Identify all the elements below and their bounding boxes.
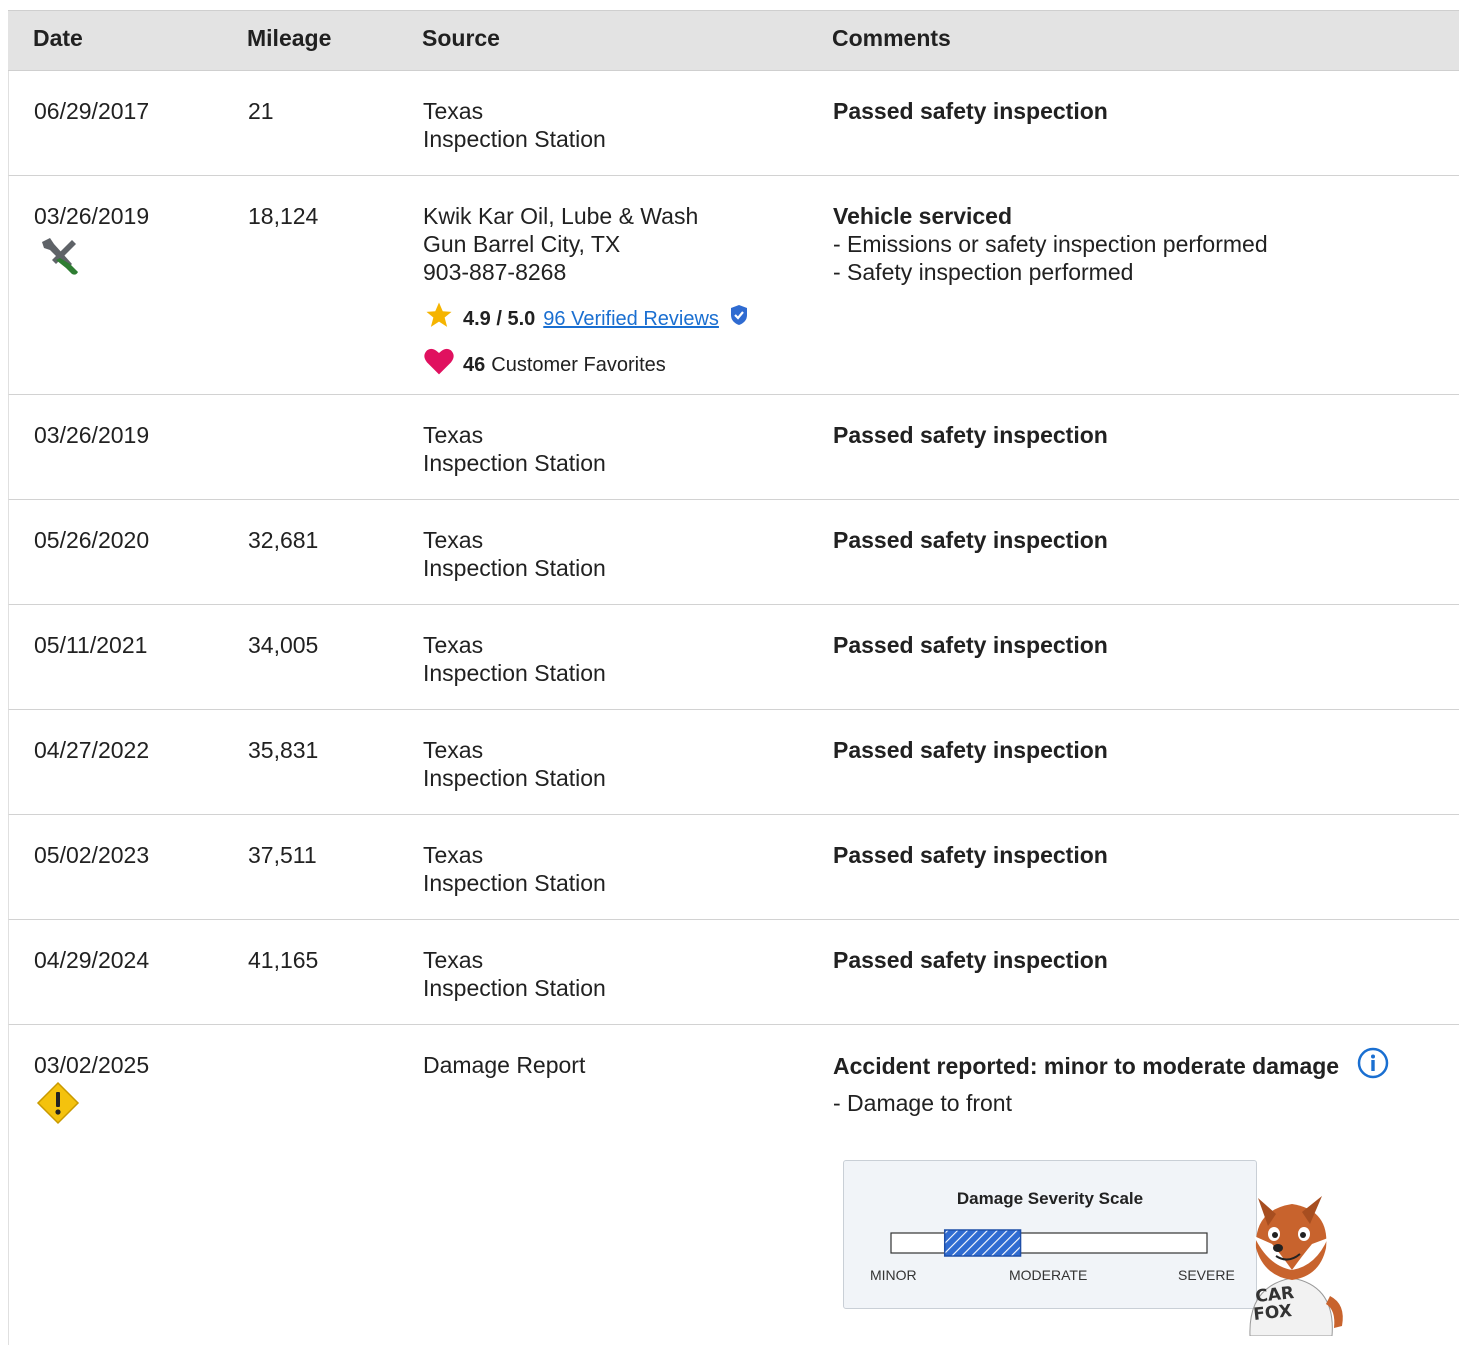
- row-date: 05/11/2021: [34, 632, 148, 658]
- row-mileage: 35,831: [248, 737, 319, 763]
- source-line: Inspection Station: [423, 975, 606, 1001]
- row-comments: Accident reported: minor to moderate dam…: [833, 1047, 1389, 1117]
- row-mileage: 32,681: [248, 527, 319, 553]
- source-line: Inspection Station: [423, 555, 606, 581]
- source-line: Texas: [423, 947, 484, 973]
- carfox-mascot: CAR FOX: [1232, 1190, 1352, 1341]
- history-table: Date Mileage Source Comments 06/29/2017 …: [8, 10, 1459, 1345]
- row-date: 05/02/2023: [34, 842, 150, 868]
- source-line: Texas: [423, 527, 484, 553]
- shop-phone: 903-887-8268: [423, 259, 567, 285]
- row-date: 06/29/2017: [34, 98, 150, 124]
- row-source: Texas Inspection Station: [423, 421, 606, 477]
- row-comment-title: Passed safety inspection: [833, 422, 1108, 448]
- row-mileage: 41,165: [248, 947, 319, 973]
- verified-shield-icon: [729, 304, 749, 334]
- row-source: Texas Inspection Station: [423, 97, 606, 153]
- favorites-count: 46: [463, 354, 486, 376]
- scale-label-moderate: MODERATE: [1009, 1267, 1088, 1283]
- table-row: 05/11/2021 34,005 Texas Inspection Stati…: [8, 605, 1459, 710]
- source-line: Texas: [423, 98, 484, 124]
- source-line: Inspection Station: [423, 660, 606, 686]
- row-date: 03/26/2019: [34, 203, 150, 229]
- source-line: Texas: [423, 842, 484, 868]
- source-line: Texas: [423, 737, 484, 763]
- comment-item: - Safety inspection performed: [833, 259, 1134, 285]
- warning-diamond-icon: [36, 1081, 80, 1131]
- favorites-label: Customer Favorites: [491, 354, 666, 376]
- heart-icon: [423, 346, 455, 384]
- scale-highlight: [943, 1229, 1022, 1257]
- source-line: Inspection Station: [423, 126, 606, 152]
- row-date: 05/26/2020: [34, 527, 150, 553]
- table-row: 05/26/2020 32,681 Texas Inspection Stati…: [8, 500, 1459, 605]
- row-comment-title: Passed safety inspection: [833, 632, 1108, 658]
- table-row: 04/27/2022 35,831 Texas Inspection Stati…: [8, 710, 1459, 815]
- source-line: Texas: [423, 632, 484, 658]
- row-comment-title: Vehicle serviced: [833, 203, 1013, 229]
- row-comment-title: Accident reported: minor to moderate dam…: [833, 1047, 1389, 1085]
- shop-name: Kwik Kar Oil, Lube & Wash: [423, 203, 699, 229]
- row-comment-title: Passed safety inspection: [833, 98, 1108, 124]
- comment-item: - Emissions or safety inspection perform…: [833, 231, 1268, 257]
- row-date: 04/27/2022: [34, 737, 150, 763]
- row-date: 03/02/2025: [34, 1052, 150, 1078]
- table-row: 06/29/2017 21 Texas Inspection Station P…: [8, 71, 1459, 176]
- source-line: Damage Report: [423, 1052, 586, 1078]
- scale-label-minor: MINOR: [870, 1267, 917, 1283]
- row-comment-title: Passed safety inspection: [833, 527, 1108, 553]
- row-mileage: 21: [248, 98, 274, 124]
- row-comment-title: Passed safety inspection: [833, 947, 1108, 973]
- row-comments: Vehicle serviced - Emissions or safety i…: [833, 202, 1268, 286]
- star-icon: [423, 300, 455, 338]
- row-comment-title: Passed safety inspection: [833, 737, 1108, 763]
- scale-bar: [890, 1229, 1208, 1257]
- row-mileage: 34,005: [248, 632, 319, 658]
- header-comments[interactable]: Comments: [832, 25, 951, 52]
- row-mileage: 18,124: [248, 203, 319, 229]
- header-date[interactable]: Date: [33, 25, 83, 52]
- row-source: Kwik Kar Oil, Lube & Wash Gun Barrel Cit…: [423, 202, 749, 384]
- verified-reviews-link[interactable]: 96 Verified Reviews: [543, 305, 719, 333]
- scale-title: Damage Severity Scale: [956, 1189, 1144, 1208]
- table-row: 03/26/2019 Texas Inspection Station Pass…: [8, 395, 1459, 500]
- table-row: 05/02/2023 37,511 Texas Inspection Stati…: [8, 815, 1459, 920]
- row-source: Texas Inspection Station: [423, 736, 606, 792]
- rating-value: 4.9 / 5.0: [463, 308, 536, 330]
- damage-severity-scale: Damage Severity Scale MINOR MODERATE SEV…: [843, 1160, 1257, 1309]
- source-line: Inspection Station: [423, 450, 606, 476]
- row-date: 03/26/2019: [34, 422, 150, 448]
- wrench-screwdriver-icon: [36, 234, 80, 284]
- table-row: 03/26/2019 18,124 Kwik Kar Oil, Lube & W…: [8, 176, 1459, 395]
- row-date: 04/29/2024: [34, 947, 150, 973]
- rating-line: 4.9 / 5.0 96 Verified Reviews: [423, 300, 749, 338]
- favorites-line: 46 Customer Favorites: [423, 346, 749, 384]
- scale-track: [890, 1232, 1208, 1254]
- accident-title: Accident reported: minor to moderate dam…: [833, 1053, 1340, 1080]
- row-mileage: 37,511: [248, 842, 317, 868]
- shop-location: Gun Barrel City, TX: [423, 231, 621, 257]
- info-icon[interactable]: [1357, 1047, 1389, 1085]
- table-header: Date Mileage Source Comments: [8, 10, 1459, 71]
- header-source[interactable]: Source: [422, 25, 500, 52]
- scale-label-severe: SEVERE: [1178, 1267, 1235, 1283]
- row-source: Texas Inspection Station: [423, 841, 606, 897]
- row-source: Texas Inspection Station: [423, 631, 606, 687]
- comment-item: - Damage to front: [833, 1090, 1012, 1116]
- source-line: Inspection Station: [423, 765, 606, 791]
- row-comment-title: Passed safety inspection: [833, 842, 1108, 868]
- row-source: Texas Inspection Station: [423, 526, 606, 582]
- source-line: Texas: [423, 422, 484, 448]
- row-source: Damage Report: [423, 1051, 585, 1079]
- row-source: Texas Inspection Station: [423, 946, 606, 1002]
- table-row: 04/29/2024 41,165 Texas Inspection Stati…: [8, 920, 1459, 1025]
- header-mileage[interactable]: Mileage: [247, 25, 331, 52]
- mascot-text-fox: FOX: [1252, 1301, 1292, 1325]
- source-line: Inspection Station: [423, 870, 606, 896]
